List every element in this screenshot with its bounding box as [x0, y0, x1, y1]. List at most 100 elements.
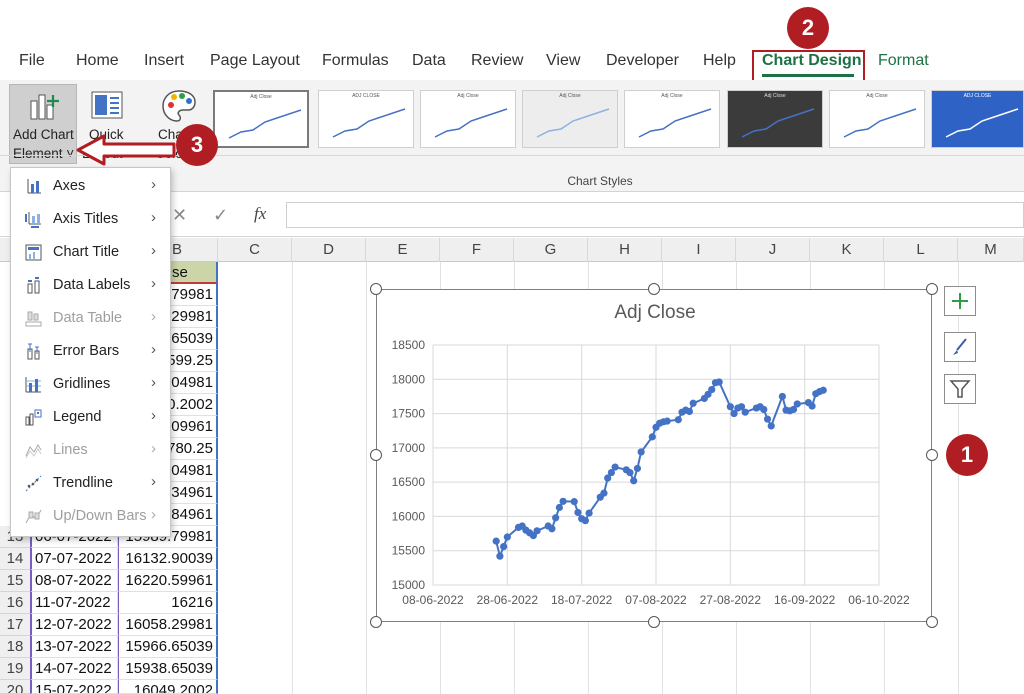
- chart-style-6[interactable]: Adj Close: [727, 90, 823, 148]
- menu-item-axes[interactable]: Axes ›: [11, 170, 170, 203]
- data-point[interactable]: [600, 489, 608, 497]
- resize-handle[interactable]: [648, 616, 660, 628]
- menu-item-data-labels[interactable]: Data Labels ›: [11, 269, 170, 302]
- data-point[interactable]: [626, 468, 634, 477]
- data-point[interactable]: [663, 417, 671, 425]
- cell-adj-close[interactable]: 16132.90039: [118, 548, 218, 570]
- tab-formulas[interactable]: Formulas: [322, 52, 389, 70]
- data-point[interactable]: [767, 422, 775, 430]
- cell-date[interactable]: 14-07-2022: [30, 658, 118, 680]
- data-point[interactable]: [715, 378, 723, 386]
- data-point[interactable]: [637, 448, 645, 456]
- confirm-formula-icon[interactable]: ✓: [213, 205, 228, 226]
- cell-adj-close[interactable]: 16049.2002: [118, 680, 218, 694]
- row-header[interactable]: 18: [0, 636, 30, 658]
- data-point[interactable]: [778, 392, 786, 401]
- row-header[interactable]: 14: [0, 548, 30, 570]
- chart-area[interactable]: 15000 15500 16000 16500 17000 17500 18000 18500…: [376, 289, 932, 622]
- menu-item-trendline[interactable]: Trendline ›: [11, 467, 170, 500]
- chart-style-1[interactable]: Adj Close: [213, 90, 309, 148]
- resize-handle[interactable]: [370, 616, 382, 628]
- data-point[interactable]: [585, 509, 593, 517]
- data-point[interactable]: [741, 408, 749, 416]
- data-point[interactable]: [559, 497, 567, 505]
- chart-elements-button[interactable]: [944, 286, 976, 316]
- data-point[interactable]: [570, 498, 578, 506]
- menu-item-gridlines[interactable]: Gridlines ›: [11, 368, 170, 401]
- column-header-e[interactable]: E: [366, 238, 440, 262]
- column-header-m[interactable]: M: [958, 238, 1024, 262]
- data-point[interactable]: [808, 402, 816, 410]
- menu-item-axis-titles[interactable]: Axis Titles ›: [11, 203, 170, 236]
- data-point[interactable]: [674, 416, 682, 424]
- row-header[interactable]: 15: [0, 570, 30, 592]
- data-point[interactable]: [726, 403, 734, 411]
- menu-item-legend[interactable]: Legend ›: [11, 401, 170, 434]
- data-point[interactable]: [611, 463, 619, 471]
- column-header-f[interactable]: F: [440, 238, 514, 262]
- column-header-j[interactable]: J: [736, 238, 810, 262]
- tab-review[interactable]: Review: [471, 52, 523, 70]
- data-point[interactable]: [548, 525, 556, 533]
- tab-help[interactable]: Help: [703, 52, 736, 70]
- resize-handle[interactable]: [926, 616, 938, 628]
- chart-style-4[interactable]: Adj Close: [522, 90, 618, 148]
- chart-style-5[interactable]: Adj Close: [624, 90, 720, 148]
- formula-input[interactable]: [286, 202, 1024, 228]
- cell-date[interactable]: 12-07-2022: [30, 614, 118, 636]
- cell-adj-close[interactable]: 16216: [118, 592, 218, 614]
- column-header-g[interactable]: G: [514, 238, 588, 262]
- data-point[interactable]: [648, 433, 656, 441]
- data-point[interactable]: [555, 503, 563, 512]
- column-header-i[interactable]: I: [662, 238, 736, 262]
- resize-handle[interactable]: [926, 449, 938, 461]
- resize-handle[interactable]: [370, 283, 382, 295]
- tab-format[interactable]: Format: [878, 52, 929, 70]
- tab-home[interactable]: Home: [76, 52, 119, 70]
- data-point[interactable]: [685, 407, 694, 416]
- data-point[interactable]: [689, 399, 697, 407]
- column-header-d[interactable]: D: [292, 238, 366, 262]
- cell-adj-close[interactable]: 16220.59961: [118, 570, 218, 592]
- data-point[interactable]: [763, 415, 772, 423]
- cell-adj-close[interactable]: 15938.65039: [118, 658, 218, 680]
- column-header-l[interactable]: L: [884, 238, 958, 262]
- data-point[interactable]: [633, 464, 642, 473]
- data-point[interactable]: [819, 386, 827, 394]
- menu-item-chart-title[interactable]: Chart Title ›: [11, 236, 170, 269]
- data-point[interactable]: [574, 508, 582, 517]
- data-point[interactable]: [793, 400, 801, 408]
- data-point[interactable]: [708, 385, 716, 394]
- tab-insert[interactable]: Insert: [144, 52, 184, 70]
- cell-date[interactable]: 08-07-2022: [30, 570, 118, 592]
- cell-date[interactable]: 11-07-2022: [30, 592, 118, 614]
- cell-adj-close[interactable]: 16058.29981: [118, 614, 218, 636]
- chart-style-7[interactable]: Adj Close: [829, 90, 925, 148]
- resize-handle[interactable]: [648, 283, 660, 295]
- resize-handle[interactable]: [370, 449, 382, 461]
- tab-file[interactable]: File: [19, 52, 45, 70]
- column-header-c[interactable]: C: [218, 238, 292, 262]
- tab-view[interactable]: View: [546, 52, 580, 70]
- tab-data[interactable]: Data: [412, 52, 446, 70]
- cancel-formula-icon[interactable]: ✕: [172, 205, 187, 226]
- cell-adj-close[interactable]: 15966.65039: [118, 636, 218, 658]
- data-point[interactable]: [500, 543, 508, 551]
- column-header-k[interactable]: K: [810, 238, 884, 262]
- chart-style-3[interactable]: Adj Close: [420, 90, 516, 148]
- resize-handle[interactable]: [926, 283, 938, 295]
- row-header[interactable]: 19: [0, 658, 30, 680]
- chart-style-8[interactable]: ADJ CLOSE: [931, 90, 1024, 148]
- insert-function-icon[interactable]: fx: [254, 204, 266, 224]
- data-point[interactable]: [503, 533, 511, 541]
- data-point[interactable]: [496, 552, 504, 560]
- data-point[interactable]: [492, 537, 500, 545]
- chart-title[interactable]: Adj Close: [377, 302, 933, 324]
- chart-styles-button[interactable]: [944, 332, 976, 362]
- data-point[interactable]: [552, 514, 560, 522]
- menu-item-error-bars[interactable]: Error Bars ›: [11, 335, 170, 368]
- data-point[interactable]: [581, 517, 589, 525]
- chart-style-2[interactable]: ADJ CLOSE: [318, 90, 414, 148]
- cell-date[interactable]: 13-07-2022: [30, 636, 118, 658]
- cell-date[interactable]: 15-07-2022: [30, 680, 118, 694]
